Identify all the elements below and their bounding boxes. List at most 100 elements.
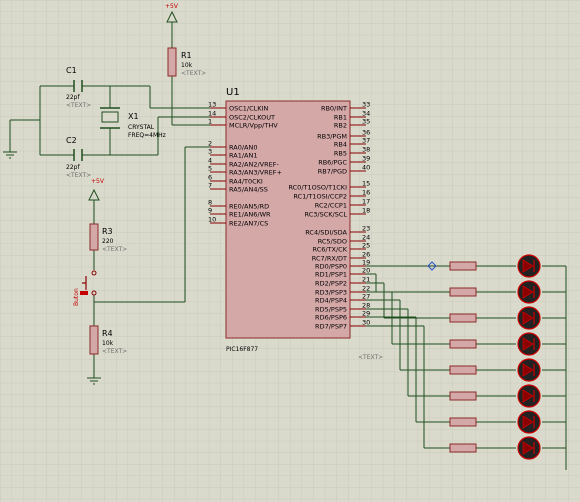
- led-resistor[interactable]: [449, 365, 477, 375]
- c2-ref: C2: [66, 136, 77, 145]
- ic-pin-number: 30: [362, 319, 370, 327]
- ic-pin-number: 24: [362, 234, 370, 242]
- led-resistor[interactable]: [449, 391, 477, 401]
- c1-text: <TEXT>: [66, 102, 91, 109]
- ic-pin-name: RB7/PGD: [318, 167, 347, 175]
- led-resistor[interactable]: [449, 443, 477, 453]
- r4-ref: R4: [102, 329, 113, 338]
- ic-pin-number: 22: [362, 285, 370, 293]
- ic-pin-name: RA5/AN4/SS: [229, 185, 268, 193]
- ic-pin-number: 27: [362, 293, 370, 301]
- ic-pin-name: RB2: [334, 121, 347, 129]
- power-button-label: +5V: [91, 178, 105, 185]
- ic-pin-name: RD5/PSP5: [315, 305, 347, 313]
- ic-pin-name: RA4/T0CKI: [229, 177, 263, 185]
- ic-pin-name: RA1/AN1: [229, 151, 257, 159]
- ic-pin-number: 35: [362, 118, 370, 126]
- led-resistor[interactable]: [449, 339, 477, 349]
- ic-pin-name: RD0/PSP0: [315, 262, 347, 270]
- ic-pin-name: RD2/PSP2: [315, 279, 347, 287]
- r3-text: <TEXT>: [102, 246, 127, 253]
- ic-pin-number: 5: [208, 165, 212, 173]
- ic-pin-name: RE2/AN7/CS: [229, 219, 268, 227]
- ic-pin-name: RC7/RX/DT: [312, 254, 347, 262]
- r3-ref: R3: [102, 227, 113, 236]
- ic-pin-number: 6: [208, 174, 212, 182]
- r1-value: 10k: [181, 62, 193, 69]
- r4-value: 10k: [102, 340, 114, 347]
- ic-pin-number: 3: [208, 148, 212, 156]
- ic-pin-number: 1: [208, 118, 212, 126]
- ic-pin-number: 29: [362, 310, 370, 318]
- ic-pin-name: RC1/T1OSI/CCP2: [293, 192, 347, 200]
- button-label: Buton: [73, 288, 80, 306]
- r3-value: 220: [102, 238, 114, 245]
- ic-pin-number: 28: [362, 302, 370, 310]
- ic-pin-number: 38: [362, 146, 370, 154]
- x1-ref: X1: [128, 112, 139, 121]
- ic-pin-number: 33: [362, 101, 370, 109]
- led-resistor[interactable]: [449, 261, 477, 271]
- x1-freq: FREQ=4MHz: [128, 132, 166, 139]
- r1-text: <TEXT>: [181, 70, 206, 77]
- ic-pin-name: RB6/PGC: [318, 158, 347, 166]
- ic-pin-name: RC0/T1OSO/T1CKI: [288, 183, 347, 191]
- c2-value: 22pf: [66, 164, 80, 171]
- ic-pin-name: RC5/SDO: [318, 237, 347, 245]
- ic-pin-name: RE1/AN6/WR: [229, 210, 271, 218]
- c2-text: <TEXT>: [66, 172, 91, 179]
- ic-pin-number: 25: [362, 242, 370, 250]
- r4-text: <TEXT>: [102, 348, 127, 355]
- ic-pin-number: 26: [362, 251, 370, 259]
- ic-pin-number: 16: [362, 189, 370, 197]
- ic-pin-name: RC3/SCK/SCL: [305, 210, 348, 218]
- ic-pin-number: 8: [208, 199, 212, 207]
- ic-pin-number: 20: [362, 267, 370, 275]
- u1-ref: U1: [226, 87, 240, 98]
- power-top-label: +5V: [165, 3, 179, 10]
- ic-pin-number: 2: [208, 140, 212, 148]
- ic-pin-number: 36: [362, 129, 370, 137]
- ic-pin-name: MCLR/Vpp/THV: [229, 121, 278, 129]
- ic-pin-number: 21: [362, 276, 370, 284]
- ic-pin-name: OSC1/CLKIN: [229, 104, 268, 112]
- schematic-canvas[interactable]: +5V +5V R1 10k <TEXT> C1 22pf <TEXT> C2 …: [0, 0, 580, 502]
- ic-pin-name: RB3/PGM: [317, 132, 347, 140]
- ic-pin-number: 17: [362, 198, 370, 206]
- u1-text: <TEXT>: [358, 354, 383, 361]
- ic-pin-name: RD4/PSP4: [315, 296, 347, 304]
- led-resistor[interactable]: [449, 417, 477, 427]
- ic-pin-name: RD3/PSP3: [315, 288, 347, 296]
- ic-pin-number: 40: [362, 164, 370, 172]
- ic-pin-name: RD7/PSP7: [315, 322, 347, 330]
- ic-pin-number: 7: [208, 182, 212, 190]
- r1-ref: R1: [181, 51, 192, 60]
- ic-pin-name: OSC2/CLKOUT: [229, 113, 275, 121]
- ic-pin-name: RB5: [334, 149, 347, 157]
- ic-pin-name: RB0/INT: [321, 104, 347, 112]
- ic-pin-number: 19: [362, 259, 370, 267]
- ic-pin-name: RA0/AN0: [229, 143, 257, 151]
- ic-pin-number: 14: [208, 110, 216, 118]
- ic-pin-number: 39: [362, 155, 370, 163]
- x1-type: CRYSTAL: [128, 124, 155, 131]
- ic-pin-number: 18: [362, 207, 370, 215]
- ic-pin-number: 37: [362, 137, 370, 145]
- ic-pin-name: RA3/AN3/VREF+: [229, 168, 282, 176]
- u1-part: PIC16F877: [226, 346, 258, 353]
- c1-ref: C1: [66, 66, 77, 75]
- ic-pin-number: 23: [362, 225, 370, 233]
- led-resistor[interactable]: [449, 313, 477, 323]
- ic-pin-name: RA2/AN2/VREF-: [229, 160, 279, 168]
- ic-pin-name: RE0/AN5/RD: [229, 202, 269, 210]
- ic-pin-number: 13: [208, 101, 216, 109]
- ic-pin-name: RD6/PSP6: [315, 313, 347, 321]
- ic-pin-name: RC4/SDI/SDA: [305, 228, 347, 236]
- ic-pin-name: RC6/TX/CK: [313, 245, 348, 253]
- ic-pin-number: 4: [208, 157, 212, 165]
- led-resistor[interactable]: [449, 287, 477, 297]
- ic-pin-number: 9: [208, 207, 212, 215]
- ic-pin-name: RD1/PSP1: [315, 270, 347, 278]
- ic-pin-number: 15: [362, 180, 370, 188]
- ic-pin-number: 10: [208, 216, 216, 224]
